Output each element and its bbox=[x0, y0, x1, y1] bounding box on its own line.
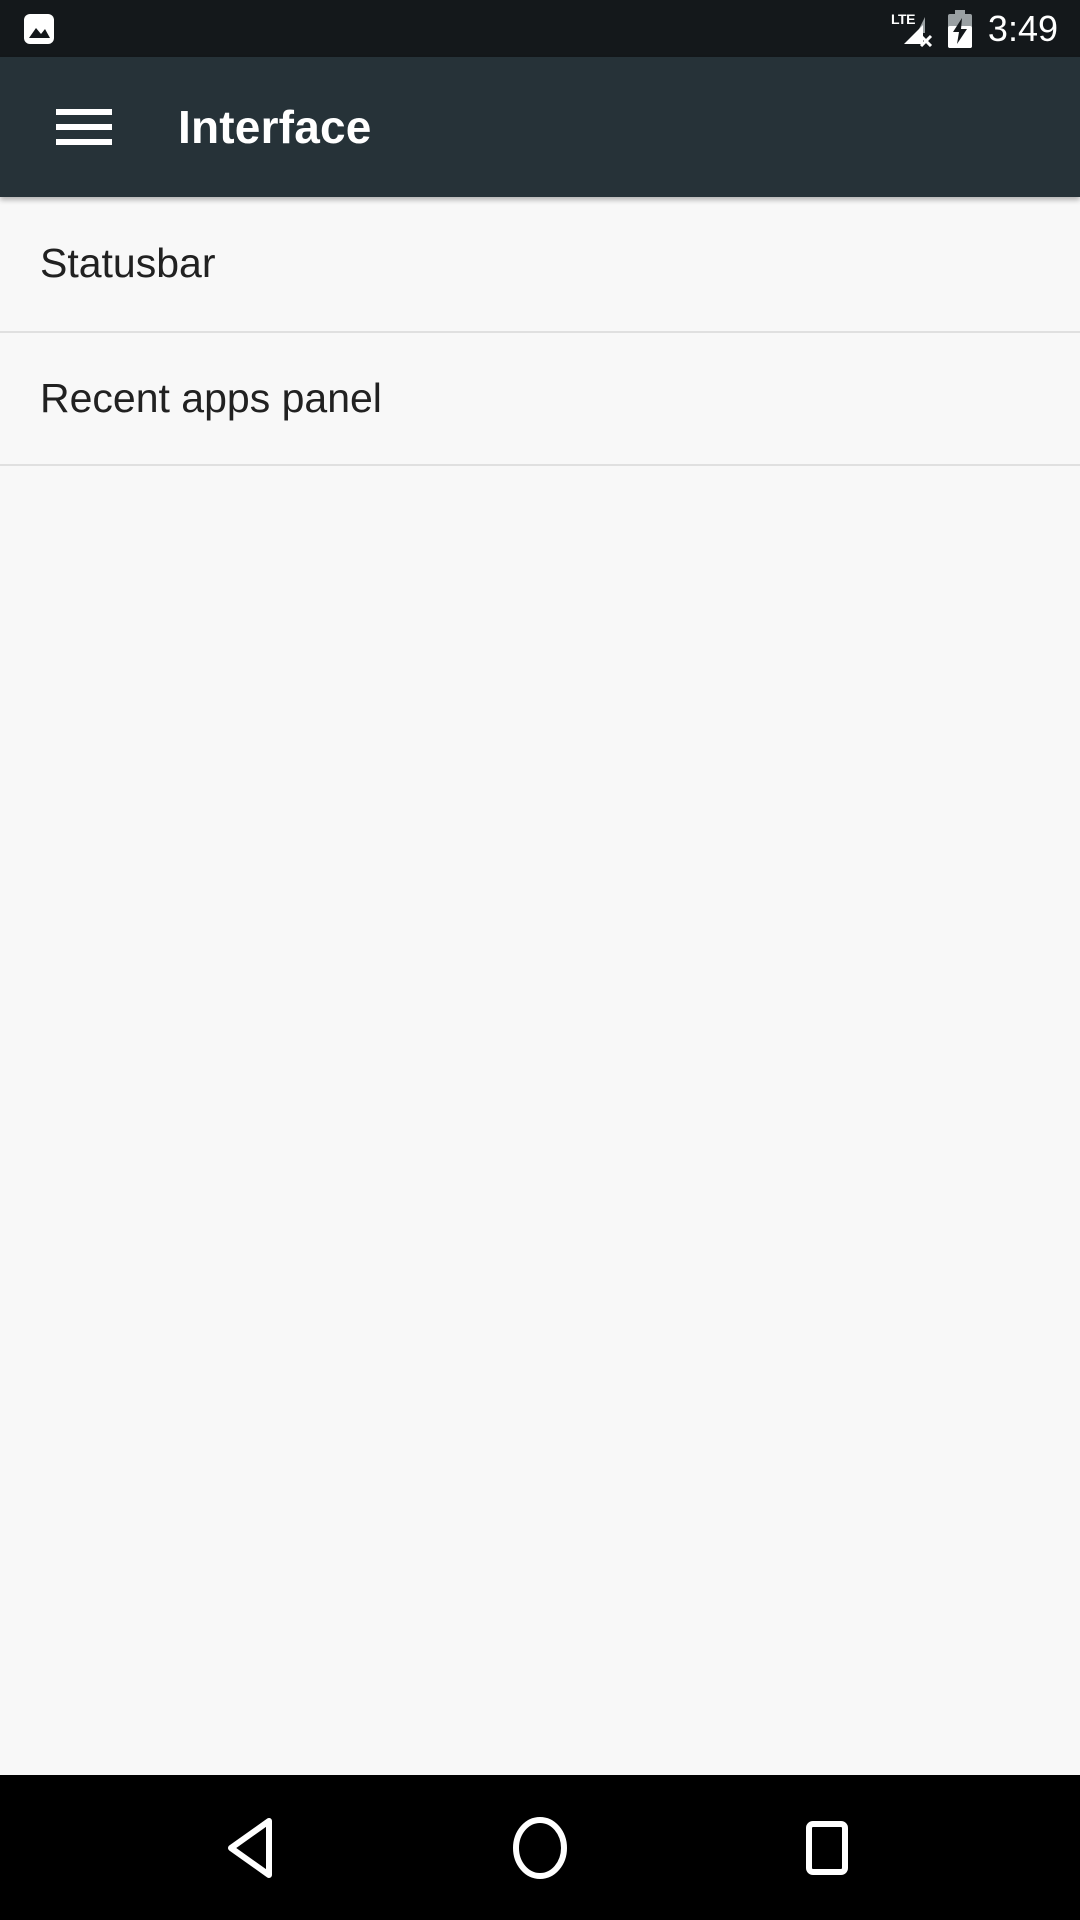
app-bar: Interface bbox=[0, 57, 1080, 197]
nav-recents-button[interactable] bbox=[767, 1775, 887, 1920]
nav-back-button[interactable] bbox=[193, 1775, 313, 1920]
circle-icon bbox=[509, 1815, 571, 1881]
page-title: Interface bbox=[178, 100, 372, 154]
settings-list: Statusbar Recent apps panel bbox=[0, 197, 1080, 1775]
nav-home-button[interactable] bbox=[480, 1775, 600, 1920]
hamburger-bar-1 bbox=[56, 109, 112, 115]
photo-icon bbox=[22, 12, 56, 46]
hamburger-bar-2 bbox=[56, 124, 112, 130]
status-bar-notifications bbox=[22, 12, 56, 46]
square-icon bbox=[797, 1815, 857, 1881]
list-item-label: Statusbar bbox=[40, 241, 216, 286]
navigation-bar bbox=[0, 1775, 1080, 1920]
status-bar: LTE 3:49 bbox=[0, 0, 1080, 57]
status-bar-clock: 3:49 bbox=[988, 11, 1058, 47]
phone-screen: LTE 3:49 bbox=[0, 0, 1080, 1920]
list-item-statusbar[interactable]: Statusbar bbox=[0, 197, 1080, 333]
hamburger-menu-icon[interactable] bbox=[56, 109, 112, 145]
list-item-recent-apps-panel[interactable]: Recent apps panel bbox=[0, 333, 1080, 466]
lte-signal-no-service-icon: LTE bbox=[891, 11, 935, 47]
hamburger-bar-3 bbox=[56, 139, 112, 145]
list-item-label: Recent apps panel bbox=[40, 376, 382, 421]
status-bar-system-icons: LTE 3:49 bbox=[891, 10, 1058, 48]
triangle-left-icon bbox=[223, 1815, 283, 1881]
battery-charging-icon bbox=[946, 10, 974, 48]
svg-text:LTE: LTE bbox=[891, 11, 915, 27]
